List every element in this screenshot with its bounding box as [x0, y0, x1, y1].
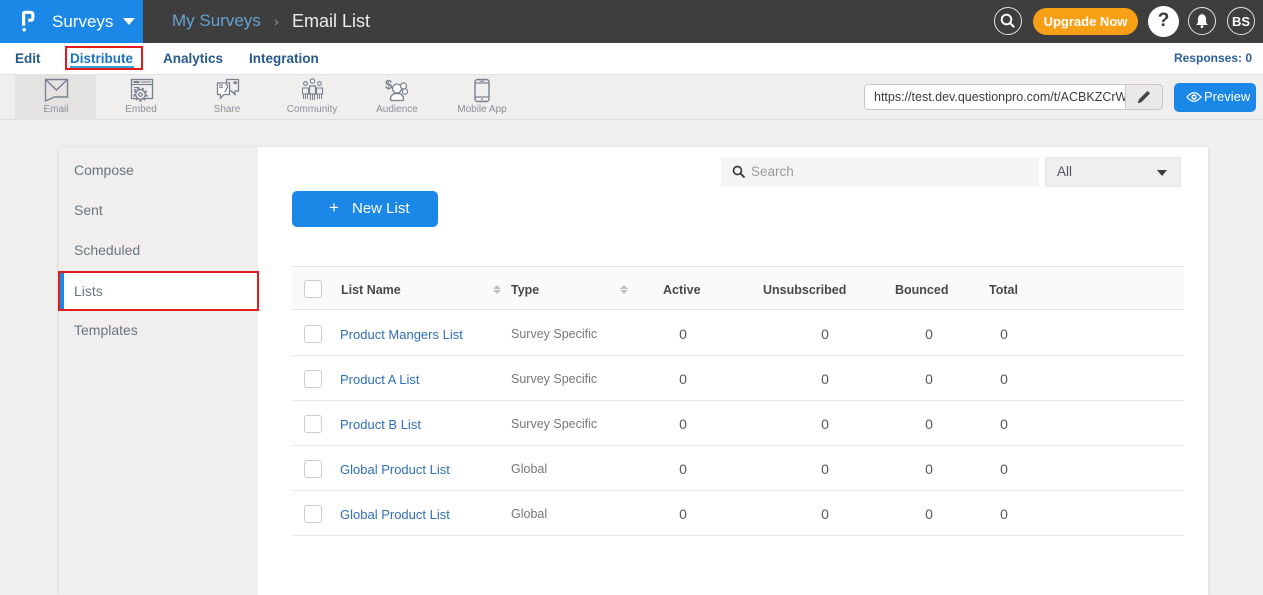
svg-text:$: $: [385, 78, 393, 92]
